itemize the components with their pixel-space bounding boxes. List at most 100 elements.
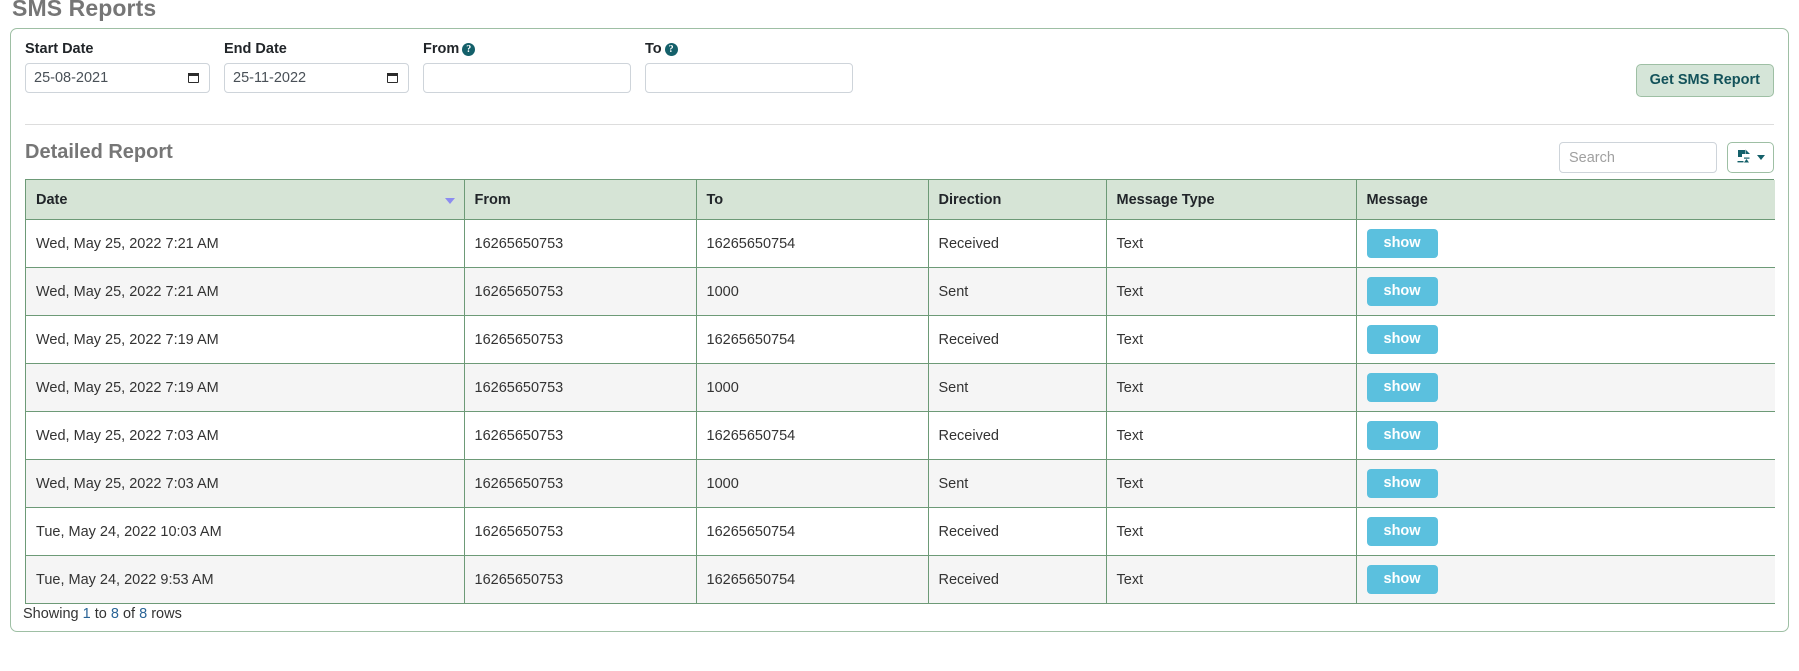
show-message-button[interactable]: show — [1366, 421, 1438, 450]
start-date-input[interactable]: 25-08-2021 — [25, 63, 210, 93]
report-table: Date From To Direction Message Type Mess… — [26, 180, 1775, 604]
end-date-field: End Date 25-11-2022 — [224, 41, 409, 93]
from-input[interactable] — [423, 63, 631, 93]
cell-from: 16265650753 — [464, 219, 697, 268]
cell-direction: Received — [928, 507, 1107, 556]
calendar-icon[interactable] — [188, 71, 201, 85]
from-field: From? — [423, 41, 631, 93]
cell-message: show — [1356, 315, 1775, 364]
to-label: To? — [645, 41, 853, 57]
row-count-suffix: rows — [147, 606, 182, 622]
cell-direction: Received — [928, 411, 1107, 460]
filter-fields: Start Date 25-08-2021 End Date 25-11-202… — [25, 41, 1774, 93]
report-table-container: Date From To Direction Message Type Mess… — [25, 179, 1775, 604]
show-message-button[interactable]: show — [1366, 325, 1438, 354]
column-header-direction[interactable]: Direction — [928, 180, 1107, 220]
column-header-date-label: Date — [36, 191, 68, 208]
cell-to: 1000 — [696, 363, 929, 412]
cell-to: 16265650754 — [696, 507, 929, 556]
cell-message: show — [1356, 459, 1775, 508]
cell-direction: Received — [928, 315, 1107, 364]
cell-to: 16265650754 — [696, 219, 929, 268]
cell-date: Wed, May 25, 2022 7:19 AM — [26, 363, 465, 412]
show-message-button[interactable]: show — [1366, 229, 1438, 258]
calendar-icon[interactable] — [387, 71, 400, 85]
cell-direction: Sent — [928, 459, 1107, 508]
show-message-button[interactable]: show — [1366, 469, 1438, 498]
cell-date: Tue, May 24, 2022 10:03 AM — [26, 507, 465, 556]
cell-direction: Received — [928, 555, 1107, 604]
cell-message: show — [1356, 411, 1775, 460]
cell-date: Tue, May 24, 2022 9:53 AM — [26, 555, 465, 604]
show-message-button[interactable]: show — [1366, 517, 1438, 546]
cell-message-type: Text — [1106, 411, 1357, 460]
start-date-field: Start Date 25-08-2021 — [25, 41, 210, 93]
report-header: Detailed Report — [11, 125, 1788, 179]
detailed-report-title: Detailed Report — [25, 141, 173, 163]
table-header: Date From To Direction Message Type Mess… — [26, 180, 1775, 220]
table-row: Wed, May 25, 2022 7:19 AM 16265650753 1000… — [26, 363, 1775, 412]
cell-message: show — [1356, 363, 1775, 412]
start-date-label: Start Date — [25, 41, 94, 57]
table-header-row: Date From To Direction Message Type Mess… — [26, 180, 1775, 220]
to-label-text: To — [645, 41, 662, 57]
end-date-input[interactable]: 25-11-2022 — [224, 63, 409, 93]
table-row: Tue, May 24, 2022 10:03 AM 16265650753 162… — [26, 507, 1775, 556]
cell-from: 16265650753 — [464, 459, 697, 508]
cell-message: show — [1356, 555, 1775, 604]
to-field: To? — [645, 41, 853, 93]
cell-from: 16265650753 — [464, 267, 697, 316]
end-date-value: 25-11-2022 — [233, 70, 307, 86]
column-header-message[interactable]: Message — [1356, 180, 1775, 220]
cell-message-type: Text — [1106, 507, 1357, 556]
cell-message: show — [1356, 219, 1775, 268]
row-count-to: 8 — [110, 606, 119, 622]
table-row: Tue, May 24, 2022 9:53 AM 16265650753 1626… — [26, 555, 1775, 604]
cell-direction: Received — [928, 219, 1107, 268]
row-count-from: 1 — [82, 606, 91, 622]
page-title: SMS Reports — [12, 0, 157, 21]
start-date-value: 25-08-2021 — [34, 70, 109, 86]
export-download-icon — [1736, 148, 1752, 167]
cell-to: 16265650754 — [696, 555, 929, 604]
column-header-from[interactable]: From — [464, 180, 697, 220]
row-count-mid1: to — [90, 606, 111, 622]
to-input[interactable] — [645, 63, 853, 93]
cell-date: Wed, May 25, 2022 7:21 AM — [26, 219, 465, 268]
row-count-mid2: of — [118, 606, 140, 622]
cell-from: 16265650753 — [464, 411, 697, 460]
table-body: Wed, May 25, 2022 7:21 AM 16265650753 1626… — [26, 219, 1775, 604]
chevron-down-icon — [1757, 155, 1765, 160]
get-sms-report-button[interactable]: Get SMS Report — [1635, 64, 1774, 97]
column-header-date[interactable]: Date — [26, 180, 465, 220]
show-message-button[interactable]: show — [1366, 565, 1438, 594]
sms-report-card: Start Date 25-08-2021 End Date 25-11-202… — [10, 28, 1789, 632]
cell-from: 16265650753 — [464, 555, 697, 604]
cell-direction: Sent — [928, 363, 1107, 412]
row-count-prefix: Showing — [23, 606, 83, 622]
cell-from: 16265650753 — [464, 363, 697, 412]
show-message-button[interactable]: show — [1366, 373, 1438, 402]
table-row: Wed, May 25, 2022 7:21 AM 16265650753 1626… — [26, 219, 1775, 268]
cell-message: show — [1356, 267, 1775, 316]
search-input[interactable] — [1559, 142, 1717, 173]
cell-date: Wed, May 25, 2022 7:03 AM — [26, 459, 465, 508]
cell-date: Wed, May 25, 2022 7:21 AM — [26, 267, 465, 316]
cell-from: 16265650753 — [464, 507, 697, 556]
cell-to: 16265650754 — [696, 411, 929, 460]
show-message-button[interactable]: show — [1366, 277, 1438, 306]
cell-message-type: Text — [1106, 219, 1357, 268]
sort-desc-icon — [444, 197, 455, 204]
help-icon[interactable]: ? — [462, 43, 476, 56]
help-icon[interactable]: ? — [664, 43, 678, 56]
cell-direction: Sent — [928, 267, 1107, 316]
export-button[interactable] — [1727, 142, 1774, 173]
table-row: Wed, May 25, 2022 7:19 AM 16265650753 1626… — [26, 315, 1775, 364]
cell-to: 1000 — [696, 459, 929, 508]
row-count-total: 8 — [139, 606, 148, 622]
cell-message: show — [1356, 507, 1775, 556]
from-label: From? — [423, 41, 631, 57]
cell-message-type: Text — [1106, 555, 1357, 604]
column-header-to[interactable]: To — [696, 180, 929, 220]
column-header-message-type[interactable]: Message Type — [1106, 180, 1357, 220]
